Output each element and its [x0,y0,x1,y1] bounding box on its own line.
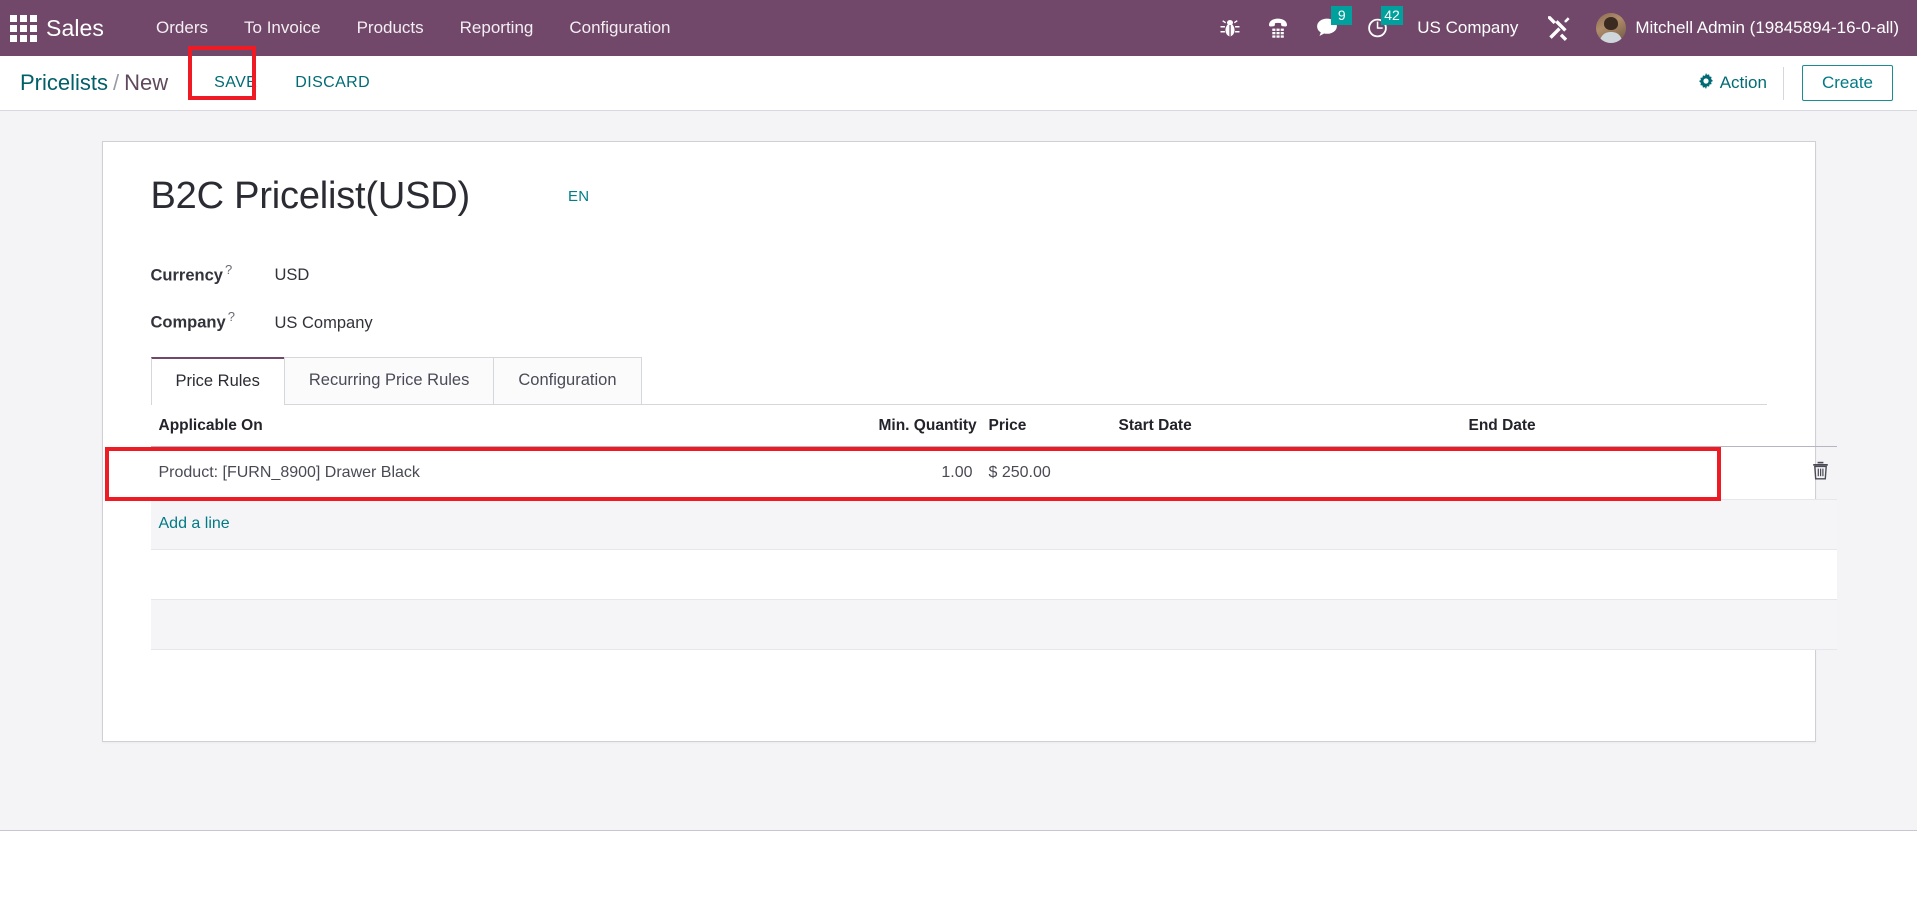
cell-actions [1780,446,1837,500]
tab-price-rules[interactable]: Price Rules [150,356,285,405]
add-line-cell: Add a line [150,499,1837,550]
price-rules-list-wrapper: Applicable On Min. Quantity Price Start … [104,404,1837,650]
cell-applicable-on[interactable]: Product: [FURN_8900] Drawer Black [150,446,871,500]
control-panel-right: Action Create [1694,65,1893,101]
language-code-button[interactable]: EN [568,188,589,205]
control-panel: Pricelists / New SAVE DISCARD Action Creat… [0,46,1917,111]
column-header-min-quantity[interactable]: Min. Quantity [870,404,981,447]
add-a-line-button[interactable]: Add a line [159,515,230,532]
avatar [1596,13,1627,43]
app-brand-sales[interactable]: Sales [46,15,104,42]
filler-row-white [150,549,1837,600]
main-menu: Orders To Invoice Products Reporting Con… [138,12,688,44]
company-help-icon[interactable]: ? [228,309,235,324]
price-rules-table: Applicable On Min. Quantity Price Start … [150,404,1837,650]
action-menu-button[interactable]: Action [1694,66,1784,100]
column-header-start-date[interactable]: Start Date [1110,404,1461,447]
company-label: Company? [151,309,251,333]
cell-start-date[interactable] [1110,446,1461,500]
menu-item-orders[interactable]: Orders [138,12,226,44]
menu-item-products[interactable]: Products [339,12,442,44]
column-header-applicable-on[interactable]: Applicable On [150,404,871,447]
column-header-price[interactable]: Price [980,404,1111,447]
add-line-row[interactable]: Add a line [150,499,1837,550]
menu-item-reporting[interactable]: Reporting [442,12,552,44]
top-navbar: Sales Orders To Invoice Products Reporti… [0,0,1917,56]
cell-min-quantity[interactable]: 1.00 [870,446,981,500]
user-menu[interactable]: Mitchell Admin (19845894-16-0-all) [1584,13,1899,43]
content-area: B2C Pricelist(USD) EN Currency? USD Comp… [0,111,1917,831]
page-title: B2C Pricelist(USD) [150,175,471,217]
discard-button[interactable]: DISCARD [283,67,382,99]
notebook: Price Rules Recurring Price Rules Config… [104,356,1837,650]
currency-value[interactable]: USD [275,266,310,285]
column-header-actions [1780,404,1837,447]
form-sheet: B2C Pricelist(USD) EN Currency? USD Comp… [101,141,1837,742]
phone-dialpad-icon[interactable] [1253,0,1303,56]
cell-end-date[interactable] [1460,446,1781,500]
save-button[interactable]: SAVE [202,67,269,99]
breadcrumb-current: New [124,70,169,95]
messages-icon[interactable]: 9 [1303,0,1353,56]
activities-clock-icon[interactable]: 42 [1353,0,1403,56]
breadcrumb-separator: / [113,70,120,95]
messages-badge: 9 [1331,6,1353,25]
currency-label-text: Currency [150,266,223,285]
record-actions: SAVE DISCARD [188,46,382,100]
filler-cell-white [150,549,1837,600]
user-name: Mitchell Admin (19845894-16-0-all) [1635,18,1899,37]
current-company[interactable]: US Company [1403,18,1532,38]
tab-recurring-price-rules[interactable]: Recurring Price Rules [283,356,495,404]
company-label-text: Company [150,313,226,332]
table-row[interactable]: Product: [FURN_8900] Drawer Black 1.00 $… [150,446,1837,500]
currency-label: Currency? [151,262,251,286]
field-row-currency: Currency? USD [151,262,1767,286]
menu-item-configuration[interactable]: Configuration [551,12,688,44]
record-title-row: B2C Pricelist(USD) EN [151,174,1767,220]
tab-configuration[interactable]: Configuration [493,356,642,404]
navbar-systray: 9 42 US Company Mitchell Admin (19845894… [1207,0,1899,56]
tools-icon[interactable] [1532,0,1584,56]
sheet-bottom-space [150,649,1767,720]
filler-row-gray [150,599,1837,650]
breadcrumb-pricelists[interactable]: Pricelists [20,70,108,95]
notebook-tabs: Price Rules Recurring Price Rules Config… [150,356,1767,405]
gear-icon [1698,72,1714,94]
menu-item-to-invoice[interactable]: To Invoice [226,12,339,44]
table-header-row: Applicable On Min. Quantity Price Start … [150,404,1837,447]
create-button[interactable]: Create [1801,65,1893,101]
field-row-company: Company? US Company [151,309,1767,333]
apps-grid-icon[interactable] [8,13,38,43]
company-value[interactable]: US Company [275,314,373,333]
field-group: Currency? USD Company? US Company [151,262,1767,333]
activities-badge: 42 [1381,6,1403,25]
column-header-end-date[interactable]: End Date [1460,404,1781,447]
cell-price[interactable]: $ 250.00 [980,446,1111,500]
breadcrumb: Pricelists / New [20,70,168,96]
currency-help-icon[interactable]: ? [225,262,232,277]
action-label: Action [1719,73,1767,92]
filler-cell-gray [150,599,1837,650]
trash-icon[interactable] [1812,461,1829,480]
bug-icon[interactable] [1207,0,1253,56]
save-button-wrapper: SAVE [188,46,283,100]
